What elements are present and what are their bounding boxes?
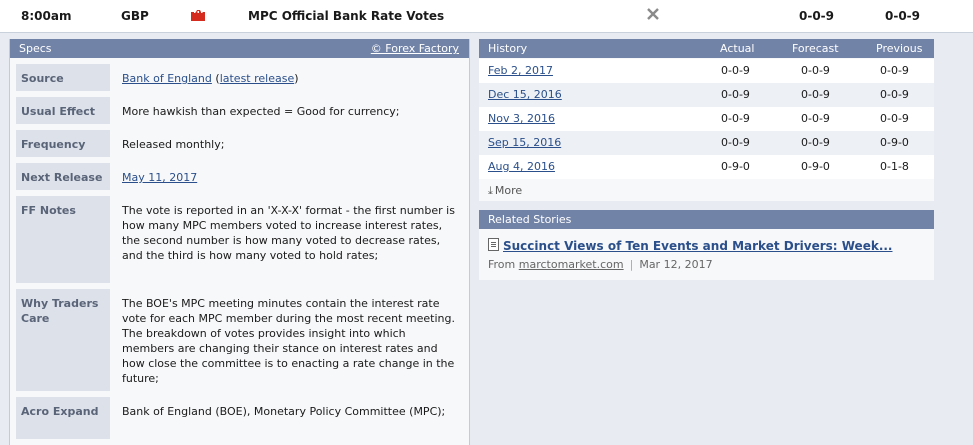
history-row: Nov 3, 2016 0-0-9 0-0-9 0-0-9	[479, 107, 934, 131]
story-meta: From marctomarket.com | Mar 12, 2017	[488, 258, 713, 271]
spec-label: Usual Effect	[16, 97, 110, 124]
history-row: Aug 4, 2016 0-9-0 0-9-0 0-1-8	[479, 155, 934, 179]
source-open-paren: (	[211, 72, 220, 85]
history-previous: 0-1-8	[880, 160, 909, 173]
down-arrow-icon: ⤓	[488, 184, 493, 197]
close-x-icon[interactable]	[646, 6, 660, 26]
latest-release-link[interactable]: latest release	[220, 72, 295, 85]
spec-label: Frequency	[16, 130, 110, 157]
history-panel: History Actual Forecast Previous Feb 2, …	[479, 39, 934, 201]
history-row: Feb 2, 2017 0-0-9 0-0-9 0-0-9	[479, 59, 934, 83]
story-date: Mar 12, 2017	[639, 258, 713, 271]
related-stories-panel: Related Stories Succinct Views of Ten Ev…	[479, 210, 934, 280]
spec-value: Bank of England (BOE), Monetary Policy C…	[122, 405, 446, 418]
spec-label: FF Notes	[16, 196, 110, 283]
event-forecast: 0-0-9	[885, 9, 921, 23]
event-currency: GBP	[121, 9, 149, 23]
event-actual: 0-0-9	[799, 9, 835, 23]
forex-factory-link[interactable]: © Forex Factory	[371, 39, 459, 58]
event-time: 8:00am	[21, 9, 72, 23]
story-source-link[interactable]: marctomarket.com	[519, 258, 624, 271]
history-row: Dec 15, 2016 0-0-9 0-0-9 0-0-9	[479, 83, 934, 107]
history-date-link[interactable]: Dec 15, 2016	[488, 88, 562, 101]
source-close-paren: )	[294, 72, 299, 85]
meta-separator: |	[629, 258, 634, 271]
history-row: Sep 15, 2016 0-0-9 0-0-9 0-9-0	[479, 131, 934, 155]
history-forecast: 0-9-0	[801, 160, 830, 173]
col-forecast-header: Forecast	[792, 42, 839, 55]
spec-value: The BOE's MPC meeting minutes contain th…	[122, 297, 455, 385]
source-link[interactable]: Bank of England	[122, 72, 212, 85]
more-button[interactable]: ⤓ More	[488, 184, 522, 198]
history-forecast: 0-0-9	[801, 112, 830, 125]
event-row[interactable]: 8:00am GBP MPC Official Bank Rate Votes …	[0, 0, 973, 33]
history-date-link[interactable]: Sep 15, 2016	[488, 136, 561, 149]
spec-label: Source	[16, 64, 110, 91]
history-previous: 0-9-0	[880, 136, 909, 149]
specs-header: Specs © Forex Factory	[10, 39, 469, 58]
spec-row-source: Source Bank of England (latest release)	[16, 64, 463, 91]
spec-row-frequency: Frequency Released monthly;	[16, 130, 463, 157]
event-title: MPC Official Bank Rate Votes	[248, 9, 445, 23]
spec-value: More hawkish than expected = Good for cu…	[122, 105, 400, 118]
spec-label: Acro Expand	[16, 397, 110, 439]
spec-label: Why Traders Care	[16, 289, 110, 391]
related-header: Related Stories	[479, 210, 934, 229]
related-title: Related Stories	[488, 213, 572, 226]
spec-value: Released monthly;	[122, 138, 225, 151]
next-release-link[interactable]: May 11, 2017	[122, 171, 197, 184]
history-actual: 0-0-9	[721, 136, 750, 149]
history-date-link[interactable]: Feb 2, 2017	[488, 64, 553, 77]
history-title: History	[488, 42, 528, 55]
spec-value: Bank of England (latest release)	[122, 64, 455, 86]
history-actual: 0-9-0	[721, 160, 750, 173]
col-previous-header: Previous	[876, 42, 923, 55]
history-actual: 0-0-9	[721, 112, 750, 125]
spec-value: The vote is reported in an 'X-X-X' forma…	[122, 204, 455, 262]
specs-title: Specs	[19, 42, 52, 55]
history-forecast: 0-0-9	[801, 136, 830, 149]
spec-label: Next Release	[16, 163, 110, 190]
spec-row-usual-effect: Usual Effect More hawkish than expected …	[16, 97, 463, 124]
story-title-link[interactable]: Succinct Views of Ten Events and Market …	[503, 239, 893, 253]
history-date-link[interactable]: Aug 4, 2016	[488, 160, 555, 173]
specs-panel: Specs © Forex Factory Source Bank of Eng…	[9, 39, 470, 445]
more-label: More	[494, 184, 523, 197]
history-previous: 0-0-9	[880, 112, 909, 125]
history-previous: 0-0-9	[880, 88, 909, 101]
history-actual: 0-0-9	[721, 64, 750, 77]
spec-row-ff-notes: FF Notes The vote is reported in an 'X-X…	[16, 196, 463, 283]
history-previous: 0-0-9	[880, 64, 909, 77]
story-source-prefix: From	[488, 258, 519, 271]
history-date-link[interactable]: Nov 3, 2016	[488, 112, 555, 125]
history-actual: 0-0-9	[721, 88, 750, 101]
history-header: History Actual Forecast Previous	[479, 39, 934, 58]
col-actual-header: Actual	[720, 42, 755, 55]
spec-value: May 11, 2017	[122, 163, 455, 185]
history-forecast: 0-0-9	[801, 64, 830, 77]
spec-row-acro-expand: Acro Expand Bank of England (BOE), Monet…	[16, 397, 463, 439]
story-item: Succinct Views of Ten Events and Market …	[488, 238, 893, 253]
spec-row-why-traders-care: Why Traders Care The BOE's MPC meeting m…	[16, 289, 463, 391]
spec-row-next-release: Next Release May 11, 2017	[16, 163, 463, 190]
high-impact-folder-icon	[191, 10, 205, 21]
article-icon	[488, 238, 499, 251]
history-forecast: 0-0-9	[801, 88, 830, 101]
